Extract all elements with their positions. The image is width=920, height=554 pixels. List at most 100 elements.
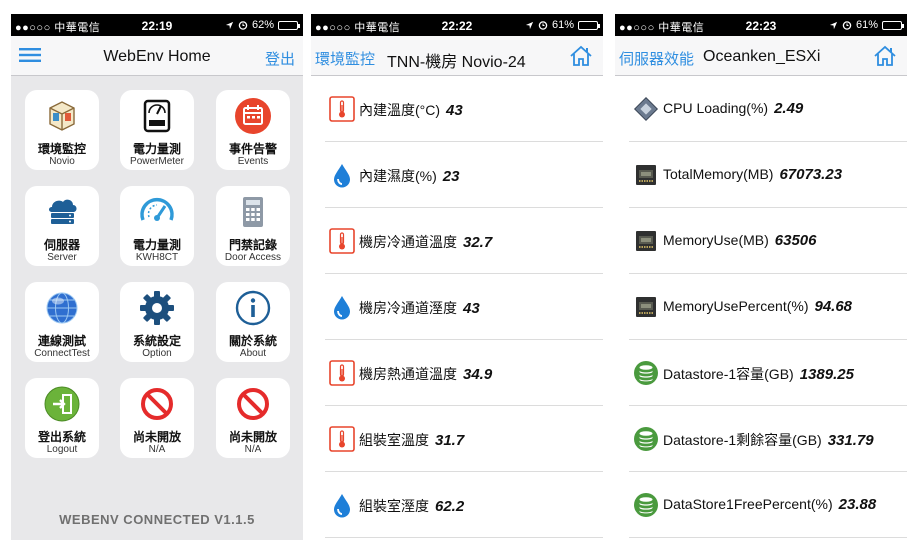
gauge-icon <box>140 197 174 221</box>
ram-icon <box>633 162 659 188</box>
alarm-icon <box>538 21 548 30</box>
sensor-row[interactable]: 機房冷通道溫度 32.7 <box>325 208 603 274</box>
tile-label: 尚未開放 <box>228 430 277 444</box>
metric-row[interactable]: DataStore1FreePercent(%) 23.88 <box>629 472 907 538</box>
sensor-row[interactable]: 內建濕度(%) 23 <box>325 142 603 208</box>
ram-icon <box>633 228 659 254</box>
server-screen: ●●○○○ 中華電信 22:23 61% 伺服器效能 Oceanken_ESXi… <box>615 14 907 540</box>
sensor-row[interactable]: 機房冷通道溼度 43 <box>325 274 603 340</box>
row-label: MemoryUsePercent(%) <box>663 298 809 314</box>
ram-icon <box>633 294 659 320</box>
info-icon <box>235 290 271 326</box>
status-bar: ●●○○○ 中華電信 22:22 61% <box>311 14 603 36</box>
tile-environment[interactable]: 環境監控 Novio <box>25 90 99 170</box>
tile-events[interactable]: 事件告警 Events <box>216 90 290 170</box>
tile-option[interactable]: 系統設定 Option <box>120 282 194 362</box>
water-drop-icon <box>329 492 355 518</box>
tile-connect-test[interactable]: 連線測試 ConnectTest <box>25 282 99 362</box>
home-icon[interactable] <box>873 45 897 67</box>
row-value: 23.88 <box>838 496 877 513</box>
metric-row[interactable]: Datastore-1剩餘容量(GB) 331.79 <box>629 406 907 472</box>
tile-na-2[interactable]: 尚未開放 N/A <box>216 378 290 458</box>
status-bar: ●●○○○ 中華電信 22:19 62% <box>11 14 303 36</box>
database-icon <box>633 426 659 452</box>
battery-percent: 62% <box>251 19 274 31</box>
sensor-row[interactable]: 組裝室溼度 62.2 <box>325 472 603 538</box>
calendar-icon <box>235 98 271 134</box>
thermometer-icon <box>329 426 355 452</box>
tile-door-access[interactable]: 門禁記錄 Door Access <box>216 186 290 266</box>
metric-row[interactable]: TotalMemory(MB) 67073.23 <box>629 142 907 208</box>
tile-na-1[interactable]: 尚未開放 N/A <box>120 378 194 458</box>
row-label: 組裝室溫度 <box>359 432 429 448</box>
row-value: 43 <box>463 300 480 317</box>
page-title: WebEnv Home <box>103 48 211 65</box>
row-label: TotalMemory(MB) <box>663 166 774 182</box>
row-label: 機房冷通道溼度 <box>359 300 457 316</box>
water-drop-icon <box>329 162 355 188</box>
sensor-row[interactable]: 內建溫度(°C) 43 <box>325 76 603 142</box>
battery-percent: 61% <box>551 19 574 31</box>
back-link[interactable]: 環境監控 <box>315 48 375 69</box>
tile-sublabel: Events <box>237 156 269 167</box>
tile-label: 事件告警 <box>228 142 277 156</box>
database-icon <box>633 360 659 386</box>
cube-icon <box>49 101 75 131</box>
tile-sublabel: About <box>239 348 267 359</box>
tile-label: 環境監控 <box>37 142 86 156</box>
row-value: 1389.25 <box>799 366 854 383</box>
metric-row[interactable]: MemoryUsePercent(%) 94.68 <box>629 274 907 340</box>
home-icon[interactable] <box>569 45 593 67</box>
row-value: 331.79 <box>827 432 874 449</box>
back-link[interactable]: 伺服器效能 <box>619 48 694 69</box>
location-icon <box>225 21 234 29</box>
row-label: CPU Loading(%) <box>663 100 769 116</box>
tile-sublabel: KWH8CT <box>135 252 179 263</box>
tile-logout[interactable]: 登出系統 Logout <box>25 378 99 458</box>
gear-icon <box>140 291 174 325</box>
battery-percent: 61% <box>855 19 878 31</box>
water-drop-icon <box>329 294 355 320</box>
blocked-icon <box>237 388 269 420</box>
row-value: 2.49 <box>774 100 804 117</box>
page-title: TNN-機房 Novio-24 <box>387 54 526 71</box>
tile-label: 伺服器 <box>43 238 80 252</box>
row-label: MemoryUse(MB) <box>663 232 769 248</box>
tile-sublabel: N/A <box>148 444 166 455</box>
nav-bar: WebEnv Home 登出 <box>11 36 303 76</box>
metric-row[interactable]: MemoryUse(MB) 63506 <box>629 208 907 274</box>
row-label: 機房熱通道溫度 <box>359 366 457 382</box>
row-value: 34.9 <box>463 366 493 383</box>
logout-link[interactable]: 登出 <box>265 48 295 69</box>
tile-label: 連線測試 <box>37 334 86 348</box>
tile-server[interactable]: 伺服器 Server <box>25 186 99 266</box>
tile-sublabel: ConnectTest <box>34 348 90 359</box>
tile-kwh8ct[interactable]: 電力量測 KWH8CT <box>120 186 194 266</box>
database-icon <box>633 492 659 518</box>
page-title: Oceanken_ESXi <box>703 48 821 65</box>
server-icon <box>49 199 77 224</box>
location-icon <box>525 21 534 29</box>
tile-about[interactable]: 關於系統 About <box>216 282 290 362</box>
home-screen: ●●○○○ 中華電信 22:19 62% WebEnv Home 登出 環境監控… <box>11 14 303 540</box>
tile-sublabel: N/A <box>244 444 262 455</box>
environment-screen: ●●○○○ 中華電信 22:22 61% 環境監控 TNN-機房 Novio-2… <box>311 14 603 540</box>
thermometer-icon <box>329 96 355 122</box>
sensor-row[interactable]: 機房熱通道溫度 34.9 <box>325 340 603 406</box>
row-value: 43 <box>446 102 463 119</box>
tile-sublabel: Novio <box>49 156 75 167</box>
sensor-row[interactable]: 組裝室溫度 31.7 <box>325 406 603 472</box>
logout-icon <box>44 386 80 422</box>
metric-row[interactable]: CPU Loading(%) 2.49 <box>629 76 907 142</box>
tile-label: 系統設定 <box>132 334 181 348</box>
tile-sublabel: Option <box>142 348 172 359</box>
row-value: 31.7 <box>435 432 465 449</box>
row-label: Datastore-1容量(GB) <box>663 366 794 382</box>
tile-label: 門禁記錄 <box>228 238 277 252</box>
row-value: 63506 <box>774 232 817 249</box>
metric-row[interactable]: Datastore-1容量(GB) 1389.25 <box>629 340 907 406</box>
row-value: 94.68 <box>814 298 853 315</box>
battery-icon <box>882 20 904 30</box>
tile-label: 電力量測 <box>132 238 181 252</box>
tile-powermeter[interactable]: 電力量測 PowerMeter <box>120 90 194 170</box>
